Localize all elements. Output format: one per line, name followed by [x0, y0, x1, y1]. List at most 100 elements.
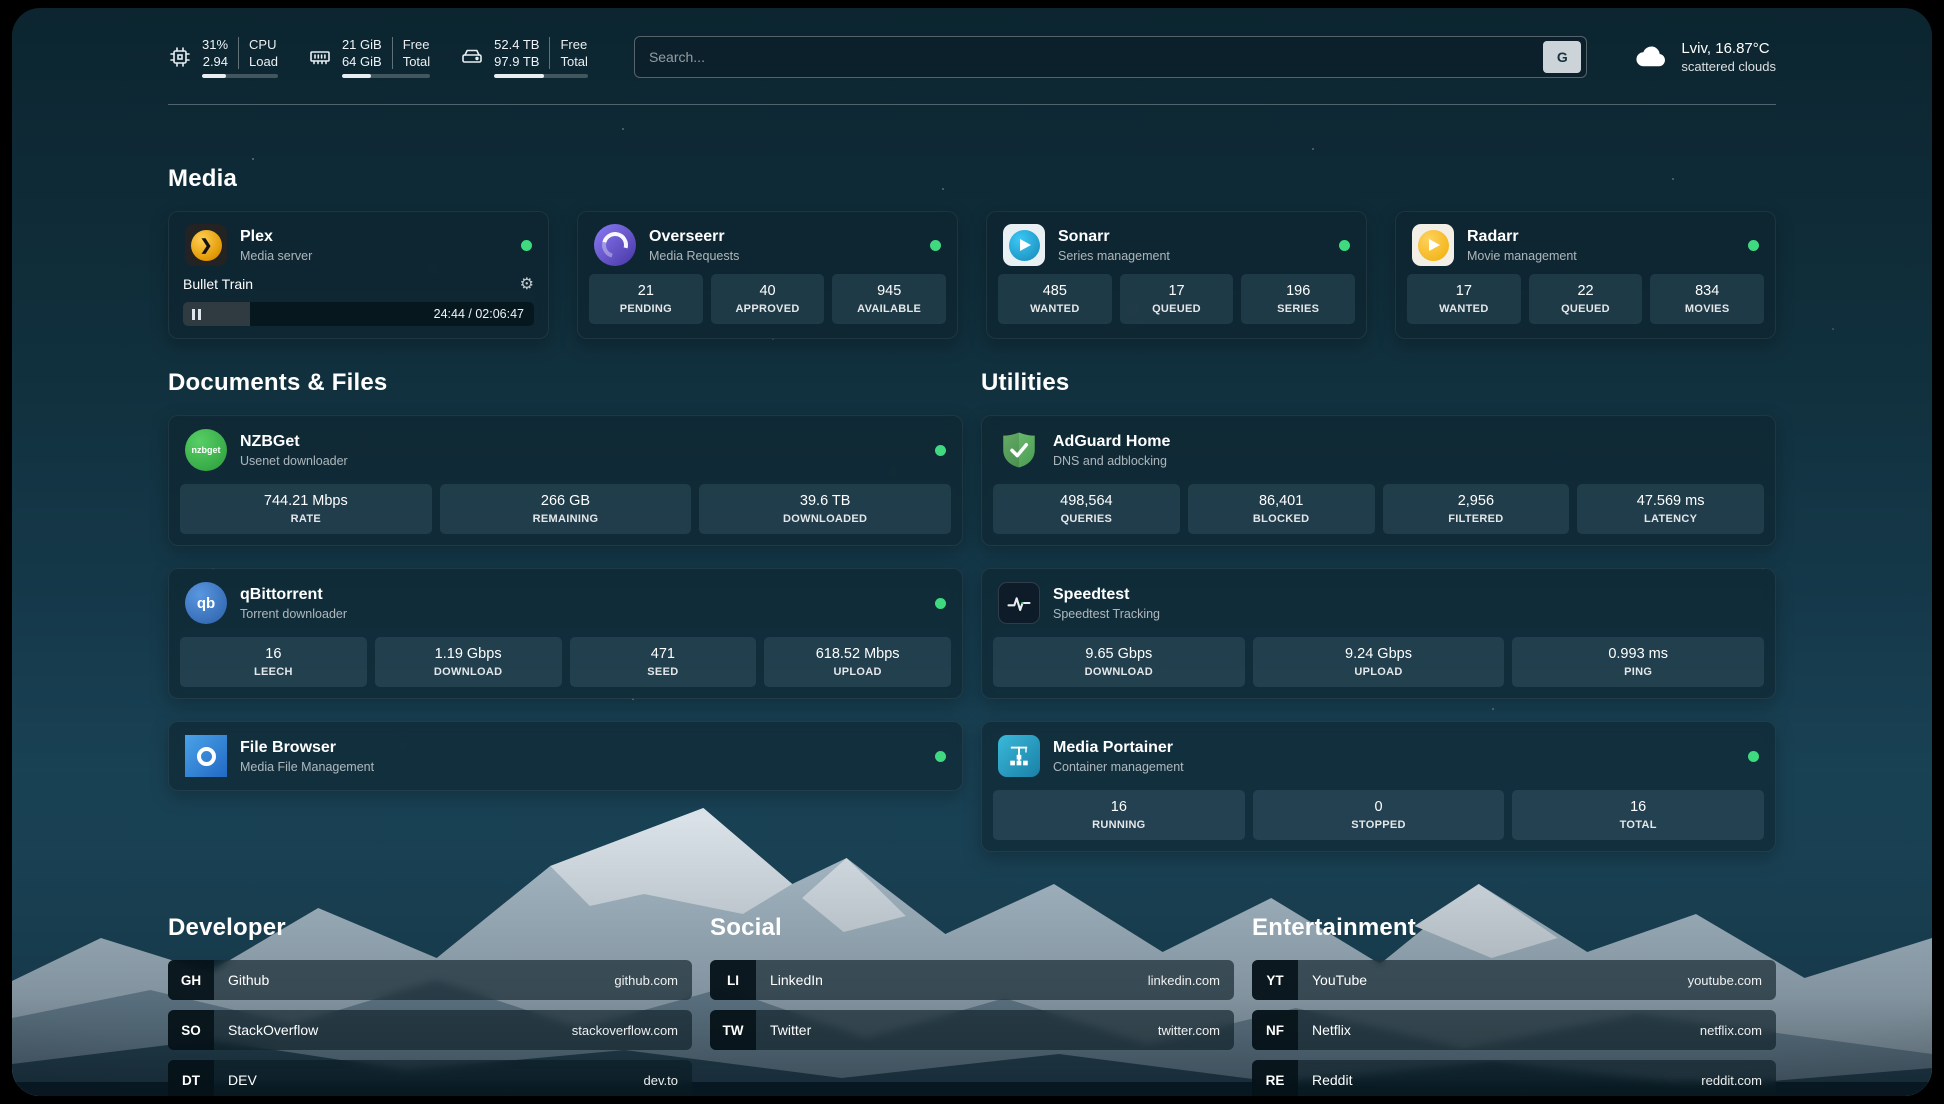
settings-gear-icon[interactable]: ⚙ [520, 274, 534, 294]
cpu-percent: 31% [202, 37, 228, 52]
app-card-filebrowser[interactable]: File Browser Media File Management [168, 721, 963, 791]
stat-label: PING [1624, 666, 1652, 678]
bookmark-reddit[interactable]: RE Reddit reddit.com [1252, 1060, 1776, 1096]
weather-condition: scattered clouds [1681, 59, 1776, 74]
stat-value: 47.569 ms [1637, 493, 1705, 509]
plex-player-bar[interactable]: 24:44 / 02:06:47 [183, 302, 534, 326]
app-card-portainer[interactable]: Media Portainer Container management 16 … [981, 721, 1776, 852]
stat-label: DOWNLOAD [1085, 666, 1153, 678]
stat-value: 39.6 TB [800, 493, 851, 509]
bookmark-url: reddit.com [1701, 1073, 1762, 1088]
bookmark-name: LinkedIn [770, 972, 823, 988]
ram-icon [308, 45, 332, 69]
bookmark-dev[interactable]: DT DEV dev.to [168, 1060, 692, 1096]
app-card-radarr[interactable]: Radarr Movie management 17 WANTED 22 QUE… [1395, 211, 1776, 339]
stat-value: 86,401 [1259, 493, 1303, 509]
app-card-qbittorrent[interactable]: qb qBittorrent Torrent downloader 16 LEE… [168, 568, 963, 699]
stat-available: 945 AVAILABLE [832, 274, 946, 324]
bookmark-youtube[interactable]: YT YouTube youtube.com [1252, 960, 1776, 1000]
stat-downloaded: 39.6 TB DOWNLOADED [699, 484, 951, 534]
now-playing-title: Bullet Train [183, 276, 520, 292]
app-card-overseerr[interactable]: Overseerr Media Requests 21 PENDING 40 A… [577, 211, 958, 339]
weather-widget[interactable]: Lviv, 16.87°C scattered clouds [1633, 40, 1776, 75]
dashboard-screen: 31% 2.94 CPU Load [12, 8, 1932, 1096]
app-card-plex[interactable]: ❯ Plex Media server Bullet Train ⚙ [168, 211, 549, 339]
ram-labels: Free Total [392, 37, 430, 69]
nzbget-icon: nzbget [185, 429, 227, 471]
stat-label: AVAILABLE [857, 303, 921, 315]
ram-values: 21 GiB 64 GiB [342, 37, 392, 69]
ram-free: 21 GiB [342, 37, 382, 52]
app-card-sonarr[interactable]: Sonarr Series management 485 WANTED 17 Q… [986, 211, 1367, 339]
sonarr-icon [1003, 224, 1045, 266]
stat-label: RATE [291, 513, 321, 525]
stat-label: PENDING [620, 303, 672, 315]
stat-latency: 47.569 ms LATENCY [1577, 484, 1764, 534]
stat-value: 266 GB [541, 493, 590, 509]
ram-monitor: 21 GiB 64 GiB Free Total [308, 37, 430, 78]
stat-value: 17 [1456, 283, 1472, 299]
stat-value: 945 [877, 283, 901, 299]
ram-label-1: Free [403, 37, 430, 52]
bookmark-url: github.com [614, 973, 678, 988]
app-stats: 744.21 Mbps RATE 266 GB REMAINING 39.6 T… [169, 484, 962, 545]
section-developer: Developer GH Github github.com SO StackO… [168, 914, 692, 1096]
stat-stopped: 0 STOPPED [1253, 790, 1505, 840]
app-name: Media Portainer [1053, 739, 1184, 757]
stat-rate: 744.21 Mbps RATE [180, 484, 432, 534]
portainer-icon [998, 735, 1040, 777]
playback-time: 24:44 / 02:06:47 [434, 307, 524, 321]
cloud-icon [1633, 40, 1669, 75]
cpu-monitor: 31% 2.94 CPU Load [168, 37, 278, 78]
bookmark-name: StackOverflow [228, 1022, 318, 1038]
stat-label: UPLOAD [1354, 666, 1402, 678]
stat-running: 16 RUNNING [993, 790, 1245, 840]
stat-value: 9.24 Gbps [1345, 646, 1412, 662]
stat-value: 471 [651, 646, 675, 662]
overseerr-icon [594, 224, 636, 266]
app-card-speedtest[interactable]: Speedtest Speedtest Tracking 9.65 Gbps D… [981, 568, 1776, 699]
stat-upload: 618.52 Mbps UPLOAD [764, 637, 951, 687]
bookmark-abbr: YT [1252, 960, 1298, 1000]
system-monitors: 31% 2.94 CPU Load [168, 37, 588, 78]
bookmark-abbr: NF [1252, 1010, 1298, 1050]
bookmark-github[interactable]: GH Github github.com [168, 960, 692, 1000]
search-input[interactable] [649, 49, 1543, 65]
stat-value: 40 [759, 283, 775, 299]
stat-label: DOWNLOADED [783, 513, 867, 525]
stat-value: 9.65 Gbps [1085, 646, 1152, 662]
app-stats: 9.65 Gbps DOWNLOAD 9.24 Gbps UPLOAD 0.99… [982, 637, 1775, 698]
status-online-dot [935, 598, 946, 609]
radarr-icon [1412, 224, 1454, 266]
app-name: Radarr [1467, 228, 1577, 246]
plex-icon: ❯ [185, 224, 227, 266]
app-card-nzbget[interactable]: nzbget NZBGet Usenet downloader 744.21 M… [168, 415, 963, 546]
bookmark-linkedin[interactable]: LI LinkedIn linkedin.com [710, 960, 1234, 1000]
bookmark-stackoverflow[interactable]: SO StackOverflow stackoverflow.com [168, 1010, 692, 1050]
bookmark-abbr: DT [168, 1060, 214, 1096]
stat-value: 1.19 Gbps [435, 646, 502, 662]
search-engine-button[interactable]: G [1543, 41, 1581, 73]
adguard-shield-icon [998, 429, 1040, 471]
bookmark-netflix[interactable]: NF Netflix netflix.com [1252, 1010, 1776, 1050]
pause-icon[interactable] [192, 309, 201, 320]
stat-value: 485 [1043, 283, 1067, 299]
stat-value: 22 [1577, 283, 1593, 299]
section-media: Media ❯ Plex Media server [168, 165, 1776, 339]
status-online-dot [521, 240, 532, 251]
status-online-dot [1748, 751, 1759, 762]
topbar-divider [168, 104, 1776, 105]
bookmark-url: twitter.com [1158, 1023, 1220, 1038]
cpu-labels: CPU Load [238, 37, 278, 69]
stat-pending: 21 PENDING [589, 274, 703, 324]
app-card-adguard[interactable]: AdGuard Home DNS and adblocking 498,564 … [981, 415, 1776, 546]
cpu-label-1: CPU [249, 37, 278, 52]
bookmark-twitter[interactable]: TW Twitter twitter.com [710, 1010, 1234, 1050]
app-name: NZBGet [240, 433, 348, 451]
stat-queued: 17 QUEUED [1120, 274, 1234, 324]
app-stats: 16 LEECH 1.19 Gbps DOWNLOAD 471 SEED [169, 637, 962, 698]
bookmark-name: Netflix [1312, 1022, 1351, 1038]
search-bar: G [634, 36, 1587, 78]
stat-label: RUNNING [1092, 819, 1145, 831]
section-entertainment: Entertainment YT YouTube youtube.com NF … [1252, 914, 1776, 1096]
